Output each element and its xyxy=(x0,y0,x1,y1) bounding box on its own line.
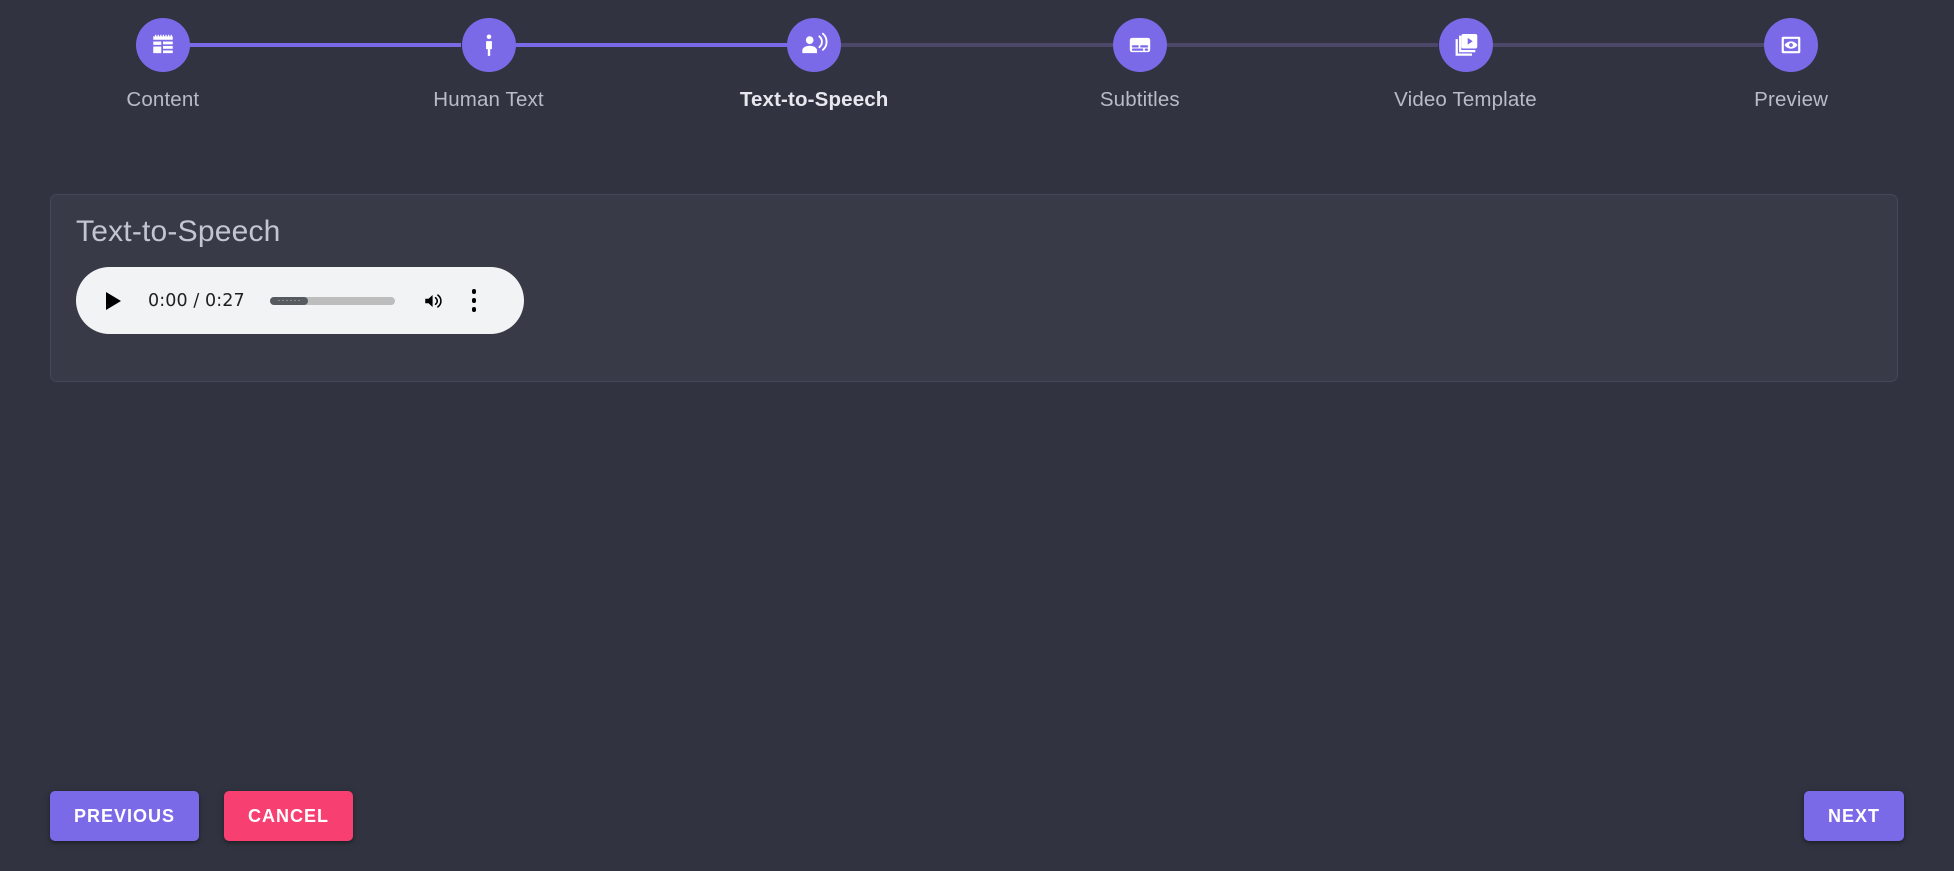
audio-progress-thumb[interactable] xyxy=(269,296,308,305)
video-library-icon[interactable] xyxy=(1438,18,1493,72)
stepper-step-label: Content xyxy=(126,88,200,111)
stepper-step-label: Text-to-Speech xyxy=(739,88,889,111)
stepper-connector-3 xyxy=(841,43,1113,47)
volume-up-icon[interactable] xyxy=(421,290,446,312)
play-icon[interactable] xyxy=(100,288,126,314)
person-accessibility-icon[interactable] xyxy=(461,18,516,72)
stepper-connector-4 xyxy=(1166,43,1439,47)
audio-time-display: 0:00 / 0:27 xyxy=(148,290,245,311)
more-vert-icon[interactable] xyxy=(471,288,477,314)
preview-eye-icon[interactable] xyxy=(1764,18,1819,72)
stepper-step-label: Video Template xyxy=(1394,88,1537,111)
web-layout-icon[interactable] xyxy=(135,18,190,72)
stepper-connector-2 xyxy=(515,43,788,47)
stepper-step-text-to-speech[interactable]: Text-to-Speech xyxy=(714,18,914,112)
stepper-step-content[interactable]: Content xyxy=(63,18,263,112)
stepper-track: Content Human Text Text-to-Speech Subtit… xyxy=(0,0,1954,150)
footer-left-actions: PREVIOUS CANCEL xyxy=(50,791,354,841)
stepper-step-subtitles[interactable]: Subtitles xyxy=(1040,18,1240,112)
text-to-speech-card: Text-to-Speech 0:00 / 0:27 xyxy=(50,194,1898,382)
stepper-connector-5 xyxy=(1492,43,1765,47)
wizard-stepper: Content Human Text Text-to-Speech Subtit… xyxy=(0,0,1954,150)
stepper-step-label: Subtitles xyxy=(1099,88,1180,111)
stepper-step-label: Preview xyxy=(1754,88,1829,111)
stepper-step-human-text[interactable]: Human Text xyxy=(389,18,589,112)
stepper-connector-1 xyxy=(189,43,462,47)
previous-button[interactable]: PREVIOUS xyxy=(50,791,200,841)
audio-player[interactable]: 0:00 / 0:27 xyxy=(76,267,524,334)
audio-progress-slider[interactable] xyxy=(269,296,395,305)
card-title: Text-to-Speech xyxy=(76,215,281,248)
footer-right-actions: NEXT xyxy=(1803,791,1904,841)
cancel-button[interactable]: CANCEL xyxy=(224,791,354,841)
stepper-step-video-template[interactable]: Video Template xyxy=(1366,18,1566,112)
subtitles-icon[interactable] xyxy=(1112,18,1167,72)
next-button[interactable]: NEXT xyxy=(1803,791,1904,841)
stepper-step-preview[interactable]: Preview xyxy=(1691,18,1891,112)
record-voice-over-icon[interactable] xyxy=(787,18,842,72)
stepper-step-label: Human Text xyxy=(433,88,544,111)
